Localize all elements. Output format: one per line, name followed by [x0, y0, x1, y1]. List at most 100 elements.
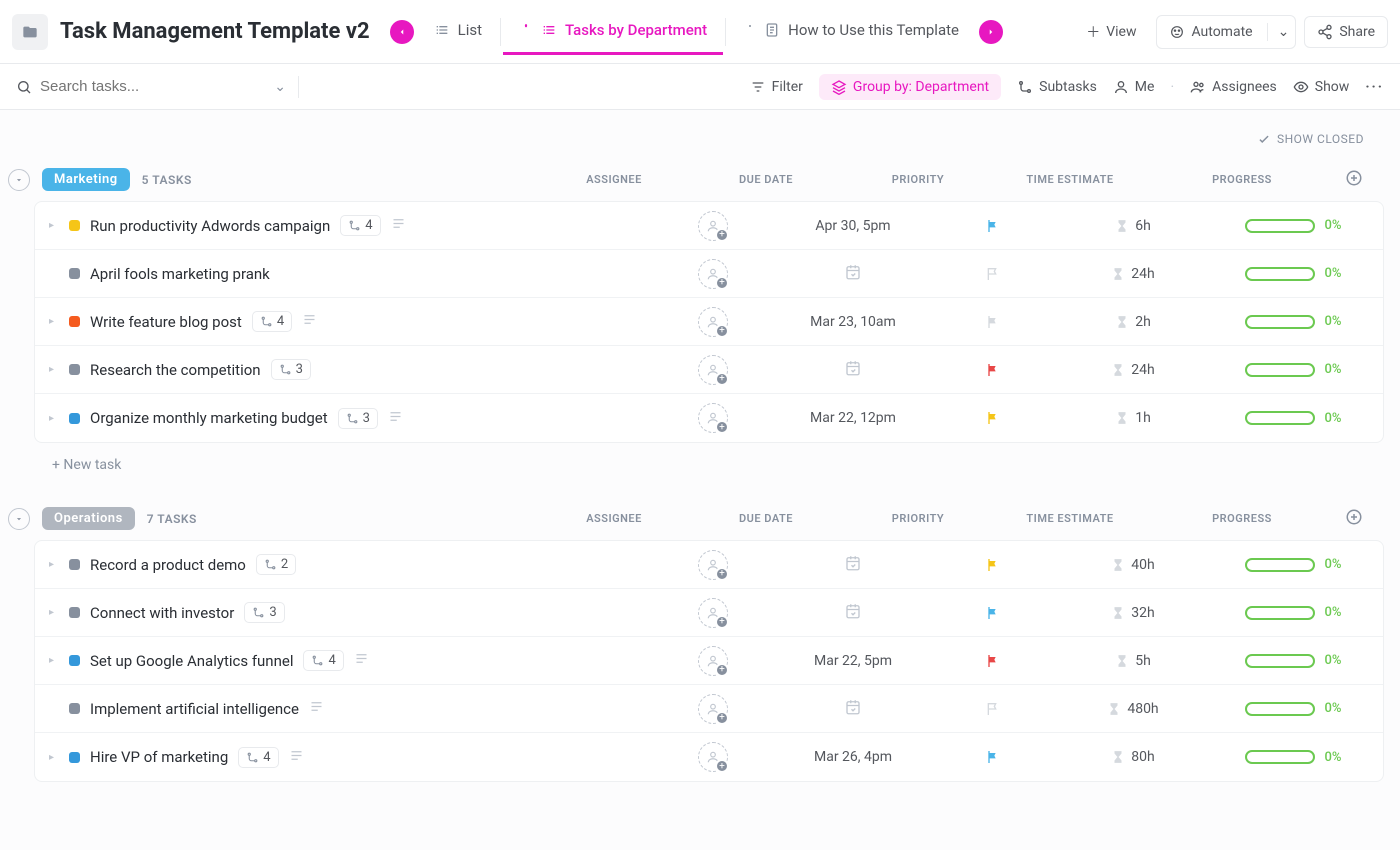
due-date-cell[interactable] — [773, 602, 933, 624]
task-name[interactable]: Organize monthly marketing budget — [90, 409, 328, 427]
priority-cell[interactable] — [933, 557, 1053, 573]
task-row[interactable]: ▸ April fools marketing prank + 24h 0% — [35, 250, 1383, 298]
tab-nav-next[interactable] — [979, 20, 1003, 44]
progress-cell[interactable]: 0% — [1213, 605, 1373, 620]
task-row[interactable]: ▸ Organize monthly marketing budget 3 + … — [35, 394, 1383, 442]
status-square[interactable] — [69, 655, 80, 666]
description-icon[interactable] — [309, 699, 324, 718]
task-name[interactable]: Research the competition — [90, 361, 261, 379]
subtask-count-pill[interactable]: 3 — [244, 602, 284, 623]
priority-cell[interactable] — [933, 266, 1053, 282]
status-square[interactable] — [69, 607, 80, 618]
me-button[interactable]: Me — [1113, 79, 1155, 95]
priority-cell[interactable] — [933, 218, 1053, 234]
group-by-button[interactable]: Group by: Department — [819, 74, 1001, 100]
tab-list[interactable]: List — [418, 8, 498, 55]
add-column-button[interactable] — [1334, 169, 1374, 190]
status-square[interactable] — [69, 364, 80, 375]
expand-caret[interactable]: ▸ — [49, 752, 59, 763]
expand-caret[interactable]: ▸ — [49, 316, 59, 327]
estimate-cell[interactable]: 80h — [1053, 749, 1213, 765]
priority-cell[interactable] — [933, 314, 1053, 330]
assignee-cell[interactable]: + — [653, 550, 773, 580]
assignee-cell[interactable]: + — [653, 694, 773, 724]
estimate-cell[interactable]: 480h — [1053, 701, 1213, 717]
status-square[interactable] — [69, 559, 80, 570]
subtask-count-pill[interactable]: 4 — [303, 650, 343, 671]
estimate-cell[interactable]: 32h — [1053, 605, 1213, 621]
add-column-button[interactable] — [1334, 508, 1374, 529]
task-name[interactable]: Implement artificial intelligence — [90, 700, 299, 718]
description-icon[interactable] — [354, 651, 369, 670]
estimate-cell[interactable]: 2h — [1053, 314, 1213, 330]
estimate-cell[interactable]: 1h — [1053, 410, 1213, 426]
search-input[interactable] — [40, 78, 266, 95]
assignee-cell[interactable]: + — [653, 742, 773, 772]
task-name[interactable]: Run productivity Adwords campaign — [90, 217, 330, 235]
status-square[interactable] — [69, 413, 80, 424]
assignee-cell[interactable]: + — [653, 598, 773, 628]
expand-caret[interactable]: ▸ — [49, 655, 59, 666]
filter-button[interactable]: Filter — [750, 79, 803, 95]
assignee-cell[interactable]: + — [653, 211, 773, 241]
task-name[interactable]: Record a product demo — [90, 556, 246, 574]
progress-cell[interactable]: 0% — [1213, 557, 1373, 572]
description-icon[interactable] — [302, 312, 317, 331]
new-task-button[interactable]: + New task — [8, 443, 1384, 473]
subtask-count-pill[interactable]: 4 — [238, 747, 278, 768]
due-date-cell[interactable] — [773, 263, 933, 285]
due-date-cell[interactable]: Mar 22, 5pm — [773, 653, 933, 669]
priority-cell[interactable] — [933, 701, 1053, 717]
task-name[interactable]: Connect with investor — [90, 604, 234, 622]
priority-cell[interactable] — [933, 653, 1053, 669]
expand-caret[interactable]: ▸ — [49, 220, 59, 231]
progress-cell[interactable]: 0% — [1213, 314, 1373, 329]
description-icon[interactable] — [391, 216, 406, 235]
task-row[interactable]: ▸ Research the competition 3 + 24h 0% — [35, 346, 1383, 394]
assignee-cell[interactable]: + — [653, 646, 773, 676]
assignee-cell[interactable]: + — [653, 259, 773, 289]
page-title[interactable]: Task Management Template v2 — [60, 19, 370, 44]
show-button[interactable]: Show — [1293, 79, 1350, 95]
expand-caret[interactable]: ▸ — [49, 559, 59, 570]
task-row[interactable]: ▸ Record a product demo 2 + 40h 0% — [35, 541, 1383, 589]
more-button[interactable]: ··· — [1365, 79, 1384, 95]
due-date-cell[interactable]: Mar 22, 12pm — [773, 410, 933, 426]
estimate-cell[interactable]: 6h — [1053, 218, 1213, 234]
expand-caret[interactable]: ▸ — [49, 413, 59, 424]
task-name[interactable]: April fools marketing prank — [90, 265, 270, 283]
assignees-button[interactable]: Assignees — [1190, 79, 1277, 95]
status-square[interactable] — [69, 703, 80, 714]
subtask-count-pill[interactable]: 4 — [252, 311, 292, 332]
chevron-down-icon[interactable]: ⌄ — [1278, 24, 1290, 40]
subtask-count-pill[interactable]: 2 — [256, 554, 296, 575]
assignee-cell[interactable]: + — [653, 403, 773, 433]
progress-cell[interactable]: 0% — [1213, 701, 1373, 716]
status-square[interactable] — [69, 220, 80, 231]
collapse-toggle[interactable] — [8, 169, 30, 191]
progress-cell[interactable]: 0% — [1213, 362, 1373, 377]
estimate-cell[interactable]: 24h — [1053, 266, 1213, 282]
task-row[interactable]: ▸ Run productivity Adwords campaign 4 + … — [35, 202, 1383, 250]
progress-cell[interactable]: 0% — [1213, 411, 1373, 426]
task-row[interactable]: ▸ Write feature blog post 4 + Mar 23, 10… — [35, 298, 1383, 346]
estimate-cell[interactable]: 40h — [1053, 557, 1213, 573]
task-row[interactable]: ▸ Implement artificial intelligence + 48… — [35, 685, 1383, 733]
due-date-cell[interactable] — [773, 698, 933, 720]
status-square[interactable] — [69, 752, 80, 763]
subtask-count-pill[interactable]: 3 — [271, 359, 311, 380]
progress-cell[interactable]: 0% — [1213, 653, 1373, 668]
collapse-toggle[interactable] — [8, 508, 30, 530]
due-date-cell[interactable]: Mar 26, 4pm — [773, 749, 933, 765]
estimate-cell[interactable]: 5h — [1053, 653, 1213, 669]
add-view-button[interactable]: ＋ View — [1074, 15, 1148, 49]
tab-tasks-by-department[interactable]: Tasks by Department — [503, 8, 723, 55]
subtasks-button[interactable]: Subtasks — [1017, 79, 1097, 95]
due-date-cell[interactable] — [773, 554, 933, 576]
assignee-cell[interactable]: + — [653, 307, 773, 337]
task-row[interactable]: ▸ Hire VP of marketing 4 + Mar 26, 4pm 8… — [35, 733, 1383, 781]
estimate-cell[interactable]: 24h — [1053, 362, 1213, 378]
description-icon[interactable] — [289, 748, 304, 767]
priority-cell[interactable] — [933, 749, 1053, 765]
status-square[interactable] — [69, 268, 80, 279]
